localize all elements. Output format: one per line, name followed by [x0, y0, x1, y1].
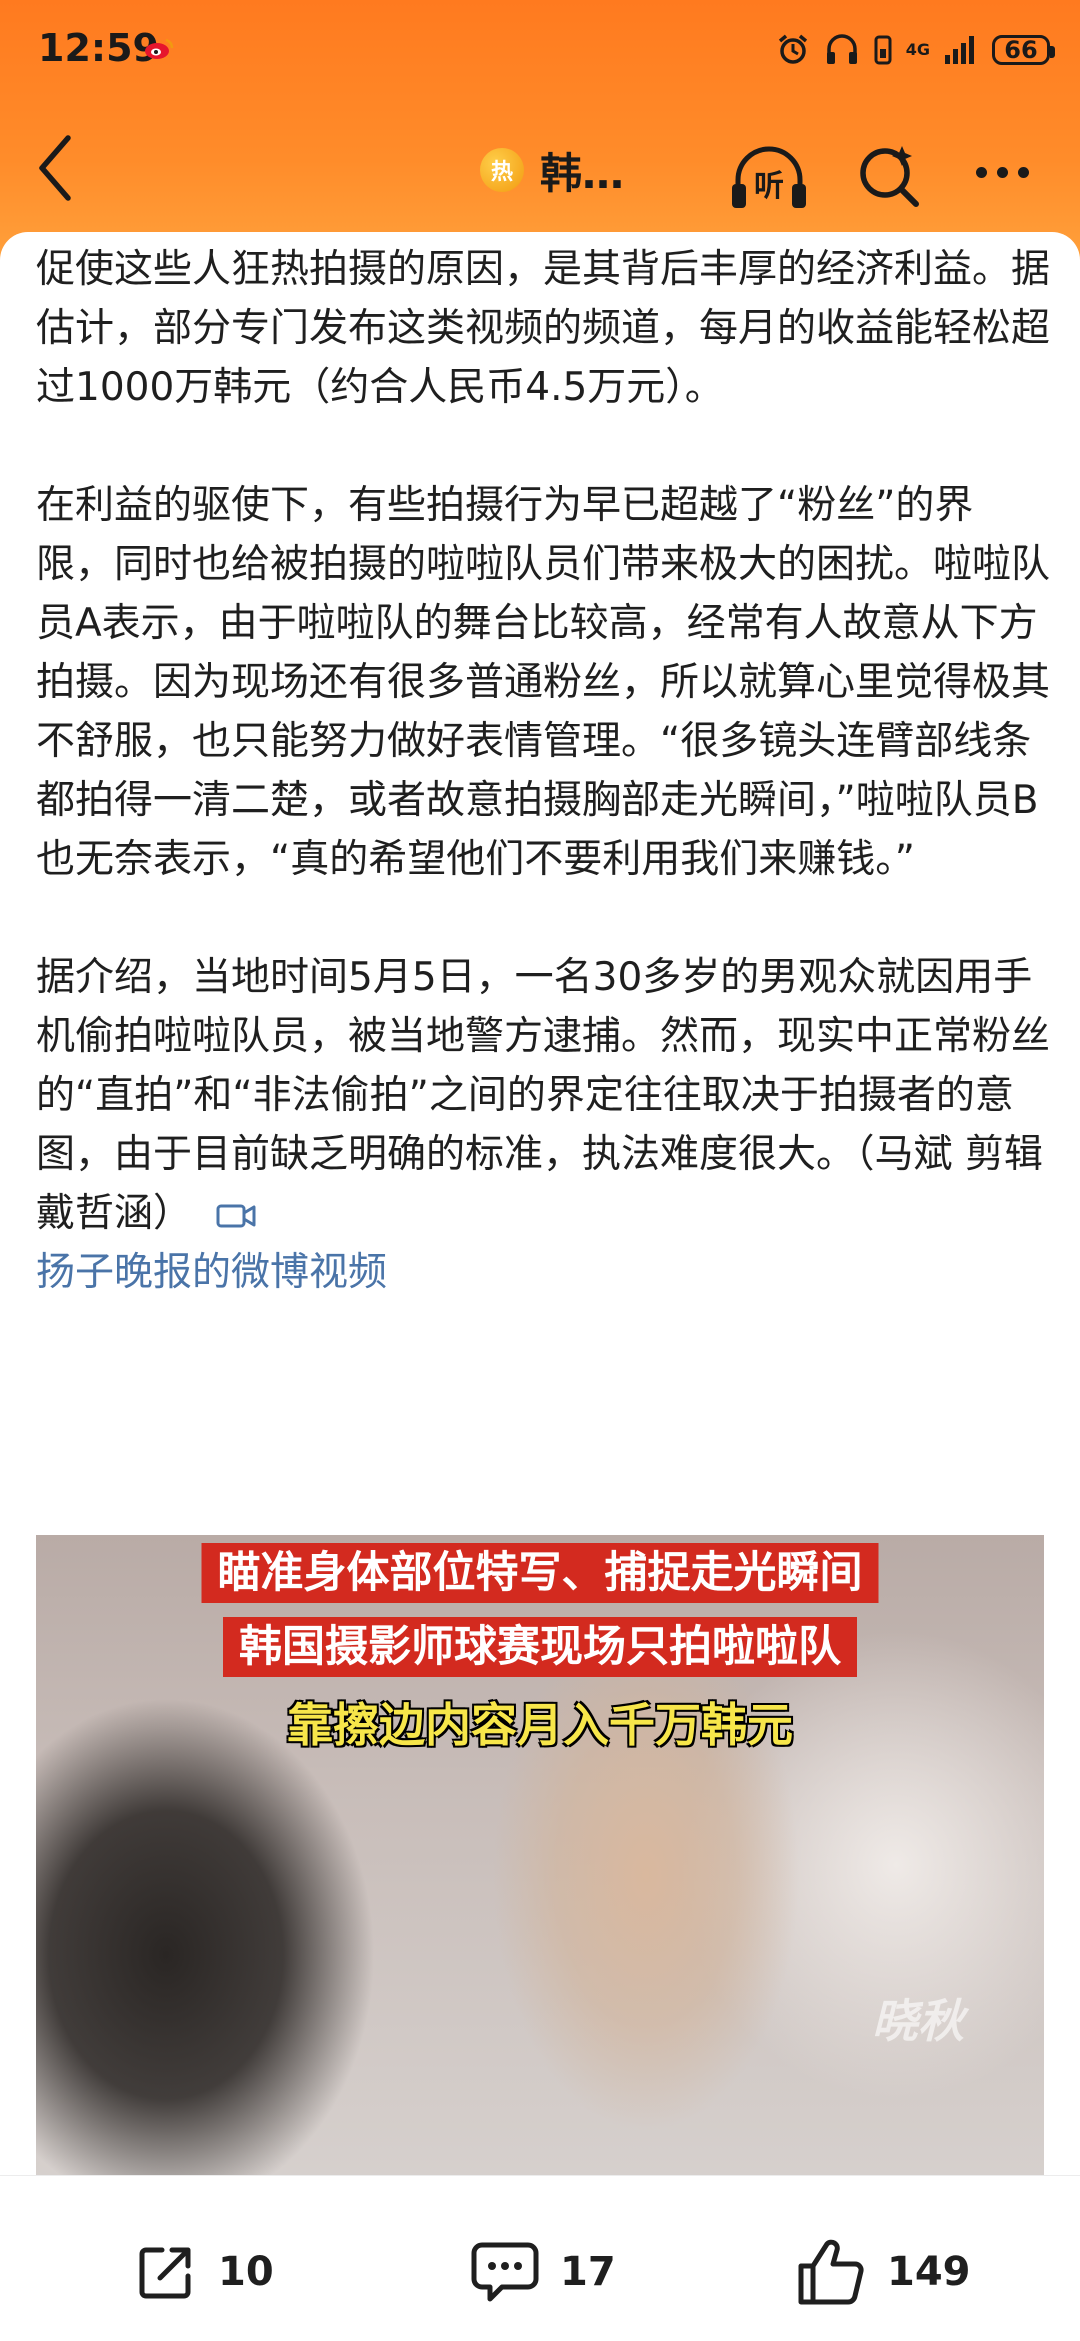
page-title: 韩…: [540, 148, 625, 198]
video-source-link[interactable]: 扬子晚报的微博视频: [36, 1243, 1051, 1302]
more-options-icon[interactable]: [962, 152, 1042, 192]
headphones-icon: [826, 34, 857, 64]
sim-icon: [874, 35, 892, 65]
video-caption-line2: 韩国摄影师球赛现场只拍啦啦队: [223, 1617, 857, 1677]
article-paragraph: 在利益的驱使下，有些拍摄行为早已超越了“粉丝”的界限，同时也给被拍摄的啦啦队员们…: [36, 483, 1051, 882]
like-button[interactable]: 149: [795, 2232, 971, 2312]
listen-button[interactable]: 听: [728, 144, 810, 214]
share-button[interactable]: 10: [134, 2232, 274, 2312]
signal-icon: [945, 36, 974, 64]
nav-bar: 热 韩… 听: [0, 100, 1080, 240]
article-paragraph: 促使这些人狂热拍摄的原因，是其背后丰厚的经济利益。据估计，部分专门发布这类视频的…: [36, 247, 1051, 410]
video-watermark: 晓秋: [872, 1994, 964, 2048]
article-body: 促使这些人狂热拍摄的原因，是其背后丰厚的经济利益。据估计，部分专门发布这类视频的…: [36, 240, 1051, 1302]
back-arrow-icon[interactable]: [28, 128, 88, 208]
dot: [1017, 166, 1029, 178]
comment-button[interactable]: 17: [470, 2232, 616, 2312]
status-time: 12:59: [38, 26, 159, 70]
article-paragraph: 据介绍，当地时间5月5日，一名30多岁的男观众就因用手机偷拍啦啦队员，被当地警方…: [36, 948, 1051, 1243]
like-count: 149: [887, 2249, 971, 2295]
headphones-listen-icon: 听: [732, 146, 806, 208]
thumbs-up-icon: [798, 2239, 864, 2305]
share-count: 10: [218, 2249, 274, 2295]
network-type: 4G: [905, 40, 930, 59]
status-icons: 4G 66: [776, 30, 1055, 70]
comment-count: 17: [560, 2249, 616, 2295]
share-icon: [139, 2247, 191, 2299]
alarm-icon: [778, 34, 807, 64]
video-thumbnail[interactable]: 瞄准身体部位特写、捕捉走光瞬间 韩国摄影师球赛现场只拍啦啦队 靠擦边内容月入千万…: [36, 1535, 1044, 2175]
dot: [996, 166, 1008, 178]
listen-label: 听: [754, 169, 784, 204]
weibo-notification-icon: [145, 38, 174, 59]
video-caption-line3: 靠擦边内容月入千万韩元: [287, 1698, 793, 1752]
hot-badge-icon: 热: [480, 148, 524, 192]
video-caption-line1: 瞄准身体部位特写、捕捉走光瞬间: [201, 1543, 879, 1603]
bottom-action-bar: 10 17 149: [0, 2175, 1080, 2341]
nav-title-group[interactable]: 热 韩…: [480, 140, 624, 200]
status-bar: 12:59 4G 66: [0, 0, 1080, 100]
dot: [975, 166, 987, 178]
battery-indicator: 66: [992, 35, 1055, 65]
video-camera-icon[interactable]: [216, 1202, 256, 1230]
comment-icon: [471, 2242, 539, 2302]
search-icon[interactable]: [852, 140, 926, 214]
article-paragraph-text: 据介绍，当地时间5月5日，一名30多岁的男观众就因用手机偷拍啦啦队员，被当地警方…: [36, 955, 1051, 1236]
